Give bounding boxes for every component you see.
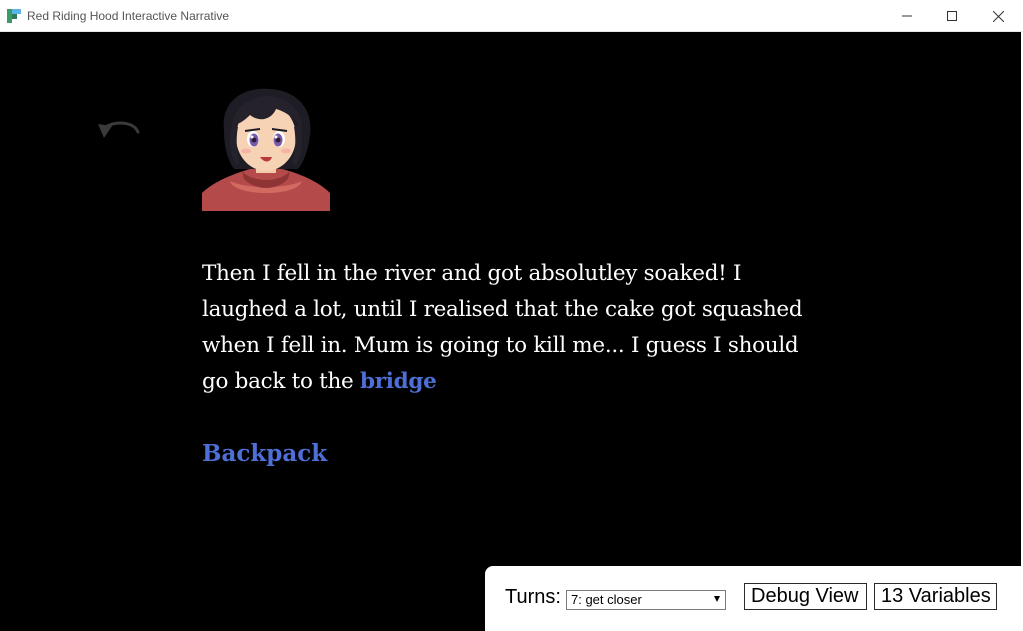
passage-text: Then I fell in the river and got absolut… xyxy=(202,256,812,400)
link-bridge[interactable]: bridge xyxy=(360,369,437,394)
story-area: Then I fell in the river and got absolut… xyxy=(0,32,1021,631)
debug-toolbar: Turns: 7: get closer Debug View 13 Varia… xyxy=(485,566,1021,631)
turns-label: Turns: xyxy=(505,586,561,608)
window-title: Red Riding Hood Interactive Narrative xyxy=(27,9,230,23)
app-icon xyxy=(7,9,21,23)
window-titlebar: Red Riding Hood Interactive Narrative xyxy=(0,0,1023,32)
debug-view-button[interactable]: Debug View xyxy=(744,583,867,610)
passage-body: Then I fell in the river and got absolut… xyxy=(202,261,803,394)
maximize-icon xyxy=(947,11,957,21)
turns-select[interactable]: 7: get closer xyxy=(566,590,726,610)
close-icon xyxy=(992,10,1004,22)
turns-selected-value: 7: get closer xyxy=(571,592,642,607)
dropdown-arrow-icon xyxy=(714,596,720,602)
minimize-icon xyxy=(902,15,912,17)
link-backpack[interactable]: Backpack xyxy=(202,436,327,472)
close-button[interactable] xyxy=(975,0,1021,32)
variables-button[interactable]: 13 Variables xyxy=(874,583,997,610)
maximize-button[interactable] xyxy=(929,0,975,32)
undo-icon[interactable] xyxy=(94,114,142,150)
character-portrait xyxy=(202,88,330,211)
minimize-button[interactable] xyxy=(884,0,930,32)
